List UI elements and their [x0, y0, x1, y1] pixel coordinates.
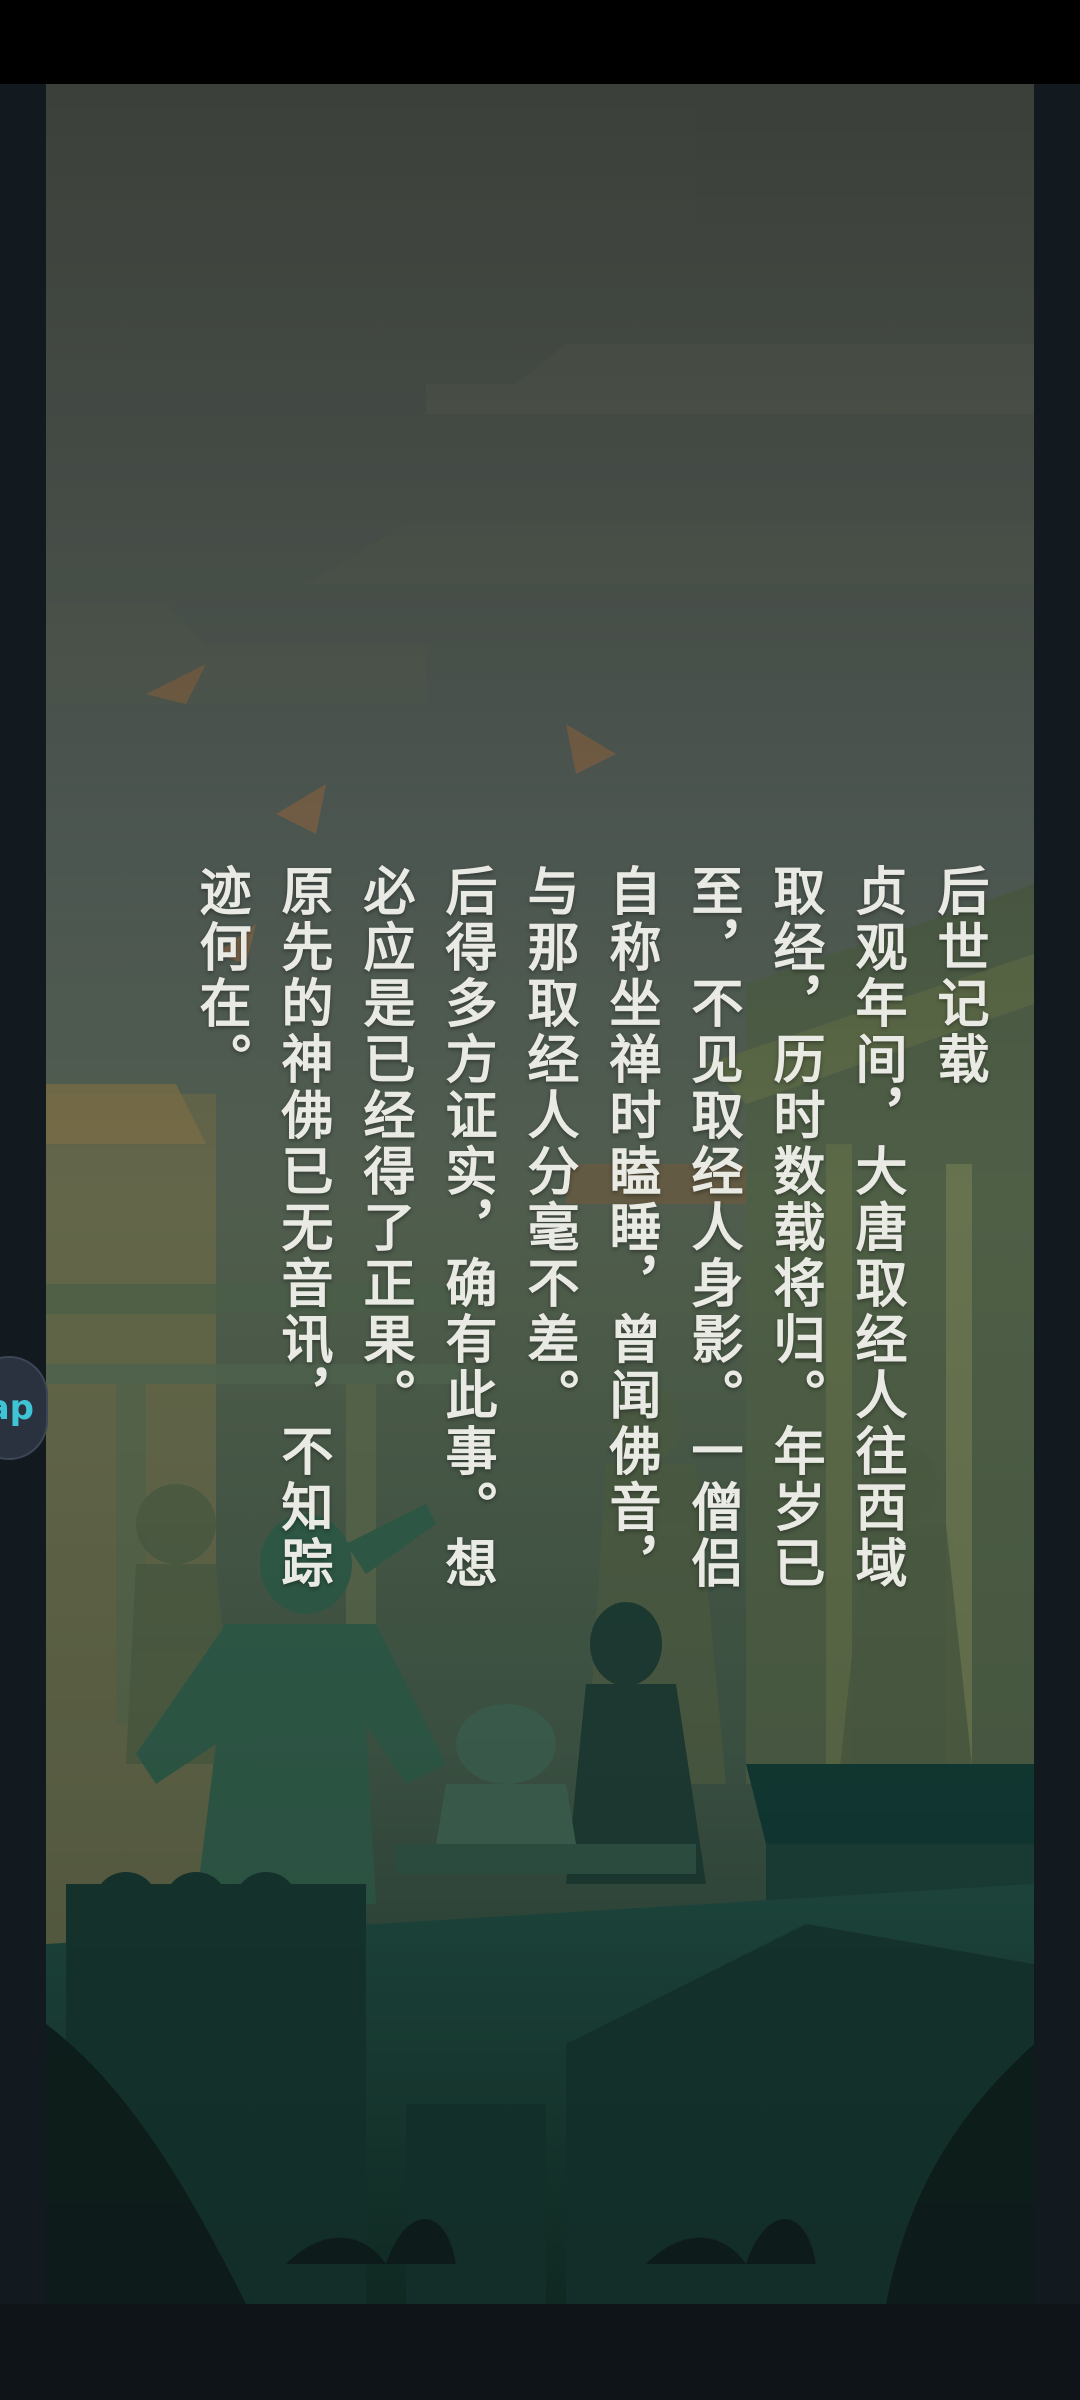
- story-line: 原先的神佛已无音讯，不知踪: [272, 864, 332, 1592]
- story-text: 后世记载 贞观年间，大唐取经人往西域 取经，历时数载将归。年岁已 至，不见取经人…: [131, 864, 999, 1592]
- story-line: 必应是已经得了正果。: [354, 864, 414, 1424]
- story-line: 自称坐禅时瞌睡，曾闻佛音，: [600, 864, 660, 1592]
- status-bar: [0, 0, 1080, 84]
- story-line: 与那取经人分毫不差。: [518, 864, 578, 1424]
- left-frame: [0, 84, 46, 2304]
- right-frame: [1034, 84, 1080, 2304]
- story-line: 贞观年间，大唐取经人往西域: [846, 864, 906, 1592]
- story-illustration: 后世记载 贞观年间，大唐取经人往西域 取经，历时数载将归。年岁已 至，不见取经人…: [46, 84, 1034, 2304]
- game-screen: 后世记载 贞观年间，大唐取经人往西域 取经，历时数载将归。年岁已 至，不见取经人…: [0, 0, 1080, 2400]
- story-line: 至，不见取经人身影。一僧侣: [682, 864, 742, 1592]
- story-line: 迹何在。: [190, 864, 250, 1088]
- story-line: 取经，历时数载将归。年岁已: [764, 864, 824, 1592]
- story-title: 后世记载: [928, 864, 988, 1088]
- side-tab-label: ap: [0, 1388, 34, 1428]
- story-line: 后得多方证实，确有此事。想: [436, 864, 496, 1592]
